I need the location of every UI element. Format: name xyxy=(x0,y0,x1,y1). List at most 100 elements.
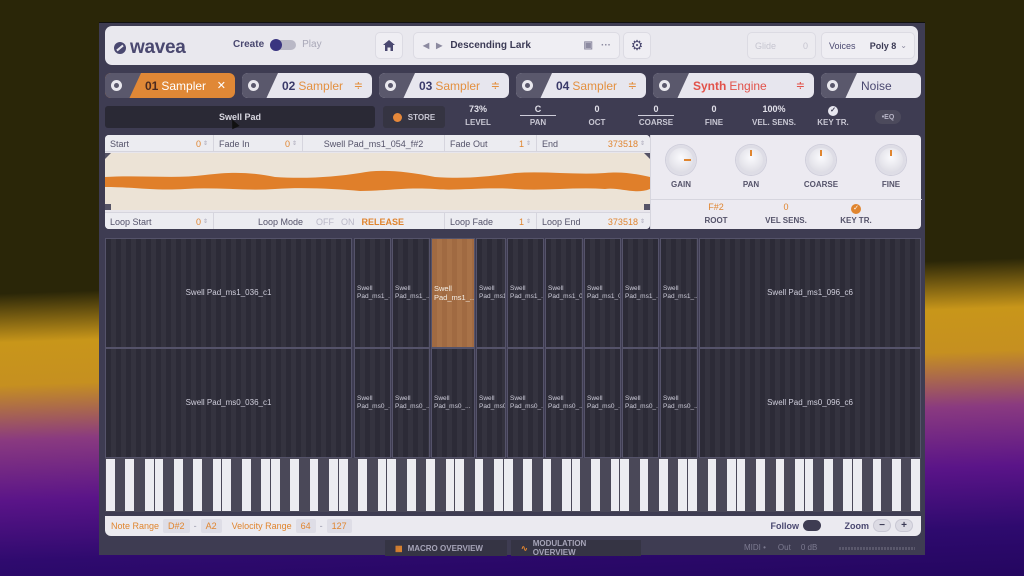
white-key[interactable] xyxy=(706,459,717,511)
black-key[interactable] xyxy=(366,459,377,511)
black-key[interactable] xyxy=(134,459,144,511)
pan-dial[interactable] xyxy=(736,145,766,175)
coarse-slider[interactable] xyxy=(638,115,674,116)
fine-knob[interactable]: FINE xyxy=(861,145,921,189)
tab-synth-engine[interactable]: Synth Engine ≑ xyxy=(653,73,814,98)
chevron-down-icon[interactable]: ⌄ xyxy=(900,41,907,50)
black-key[interactable] xyxy=(279,459,290,511)
white-key[interactable] xyxy=(444,459,455,511)
stepper-icon[interactable]: ⇕ xyxy=(292,140,297,147)
fade-in-value[interactable]: 0 xyxy=(285,139,290,149)
black-key[interactable] xyxy=(318,459,329,511)
sample-zone[interactable]: Swell Pad_ms1_... xyxy=(476,238,506,348)
eq-button[interactable]: • EQ xyxy=(875,110,901,124)
home-button[interactable] xyxy=(375,32,403,59)
white-key[interactable] xyxy=(425,459,435,511)
black-key[interactable] xyxy=(764,459,775,511)
black-key[interactable] xyxy=(696,459,707,511)
white-key[interactable] xyxy=(240,459,251,511)
loop-start-value[interactable]: 0 xyxy=(196,217,201,227)
sample-zone[interactable]: Swell Pad_ms0_096_c6 xyxy=(699,348,921,458)
pan-param[interactable]: C PAN xyxy=(508,104,568,127)
black-key[interactable] xyxy=(182,459,193,511)
white-key[interactable] xyxy=(735,459,746,511)
white-key[interactable] xyxy=(638,459,649,511)
pan-knob[interactable]: PAN xyxy=(721,145,781,189)
oct-value[interactable]: 0 xyxy=(567,104,627,116)
black-key[interactable] xyxy=(881,459,891,511)
zoom-in-button[interactable]: + xyxy=(895,519,913,532)
fine-param[interactable]: 0 FINE xyxy=(684,104,744,127)
vel-sens-param[interactable]: 100% VEL. SENS. xyxy=(744,104,804,127)
black-key[interactable] xyxy=(745,459,756,511)
voices-value[interactable]: Poly 8 xyxy=(870,41,897,51)
stepper-icon[interactable]: ⇕ xyxy=(640,140,645,147)
black-key[interactable] xyxy=(250,459,261,511)
white-key[interactable] xyxy=(658,459,668,511)
white-key[interactable] xyxy=(871,459,882,511)
white-key[interactable] xyxy=(590,459,600,511)
midi-indicator[interactable]: MIDI • xyxy=(744,543,766,552)
sample-zone[interactable]: Swell Pad_ms0_... xyxy=(354,348,391,458)
black-key[interactable] xyxy=(396,459,406,511)
loop-start-marker[interactable] xyxy=(105,204,111,210)
macro-overview-tab[interactable]: ▦ MACRO OVERVIEW xyxy=(385,540,507,556)
root-note[interactable]: F#2 ROOT xyxy=(686,202,746,225)
black-key[interactable] xyxy=(716,459,726,511)
sample-zone[interactable]: Swell Pad_ms0_... xyxy=(507,348,544,458)
gain-knob[interactable]: GAIN xyxy=(651,145,711,189)
black-key[interactable] xyxy=(813,459,824,511)
stepper-icon[interactable]: ⇕ xyxy=(526,140,531,147)
coarse-knob[interactable]: COARSE xyxy=(791,145,851,189)
black-key[interactable] xyxy=(163,459,173,511)
preset-name[interactable]: Descending Lark xyxy=(450,40,583,51)
tab-sampler-04[interactable]: 04 Sampler ≑ xyxy=(516,73,646,98)
fade-in-field[interactable]: Fade In 0 ⇕ xyxy=(214,135,303,152)
white-key[interactable] xyxy=(172,459,183,511)
end-value[interactable]: 373518 xyxy=(608,139,638,149)
white-key[interactable] xyxy=(153,459,164,511)
vel-sens-value[interactable]: 100% xyxy=(744,104,804,116)
white-key[interactable] xyxy=(337,459,348,511)
end-field[interactable]: End 373518 ⇕ xyxy=(537,135,650,152)
out-value[interactable]: 0 dB xyxy=(801,543,817,552)
white-key[interactable] xyxy=(493,459,503,511)
tab-sampler-02[interactable]: 02 Sampler ≑ xyxy=(242,73,372,98)
white-key[interactable] xyxy=(260,459,270,511)
white-key[interactable] xyxy=(289,459,300,511)
white-key[interactable] xyxy=(386,459,397,511)
sample-zone[interactable]: Swell Pad_ms1_0... xyxy=(545,238,583,348)
voices-control[interactable]: Voices Poly 8 ⌄ xyxy=(821,32,915,59)
sample-key-tracking[interactable]: ✓ KEY TR. xyxy=(826,202,886,225)
white-key[interactable] xyxy=(473,459,484,511)
stepper-icon[interactable]: ⇕ xyxy=(203,140,208,147)
white-key[interactable] xyxy=(376,459,387,511)
black-key[interactable] xyxy=(202,459,212,511)
white-key[interactable] xyxy=(269,459,280,511)
sample-zone[interactable]: Swell Pad_ms0_... xyxy=(660,348,698,458)
piano-keyboard[interactable] xyxy=(105,458,921,512)
check-icon[interactable]: ✓ xyxy=(851,204,861,214)
white-key[interactable] xyxy=(803,459,814,511)
sample-zone[interactable]: Swell Pad_ms0_036_c1 xyxy=(105,348,352,458)
save-icon[interactable]: ▣ xyxy=(584,40,593,51)
sample-vel-sens[interactable]: 0 VEL SENS. xyxy=(756,202,816,225)
key-tracking-param[interactable]: ✓ KEY TR. xyxy=(803,104,863,127)
stepper-icon[interactable]: ⇕ xyxy=(203,218,208,225)
white-key[interactable] xyxy=(842,459,853,511)
white-key[interactable] xyxy=(522,459,532,511)
gain-dial[interactable] xyxy=(666,145,696,175)
black-key[interactable] xyxy=(483,459,494,511)
level-value[interactable]: 73% xyxy=(448,104,508,116)
black-key[interactable] xyxy=(551,459,562,511)
white-key[interactable] xyxy=(677,459,688,511)
waveform-display[interactable] xyxy=(105,153,650,210)
fade-out-value[interactable]: 1 xyxy=(519,139,524,149)
sample-zone[interactable]: Swell Pad_ms0_... xyxy=(476,348,506,458)
white-key[interactable] xyxy=(823,459,833,511)
power-icon[interactable] xyxy=(821,73,857,98)
sample-zone[interactable]: Swell Pad_ms1_... xyxy=(507,238,544,348)
black-key[interactable] xyxy=(900,459,911,511)
loop-mode-off[interactable]: OFF xyxy=(316,217,334,227)
sliders-icon[interactable]: ≑ xyxy=(796,79,805,92)
